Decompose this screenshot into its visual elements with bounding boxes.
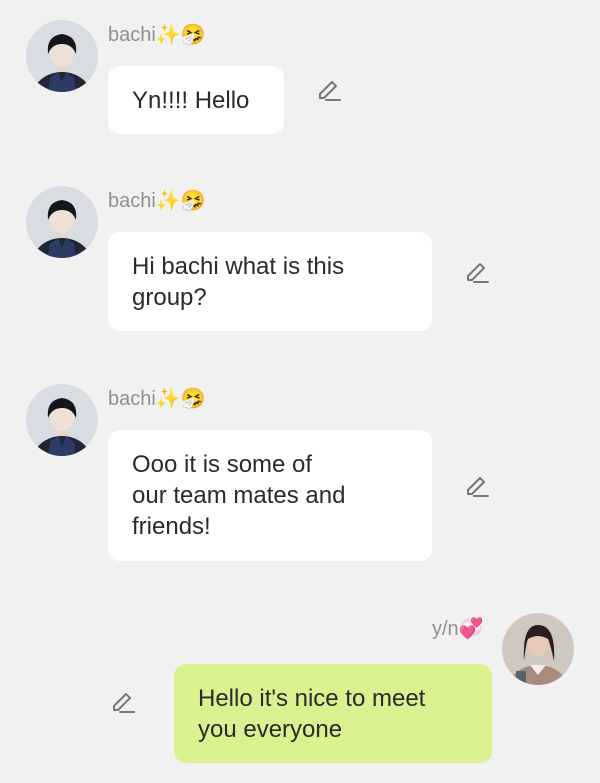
message-bubble[interactable]: Hi bachi what is this group? <box>108 232 432 331</box>
message-bubble-own[interactable]: Hello it's nice to meet you everyone <box>174 664 492 763</box>
sender-name: bachi✨🤧 <box>108 22 206 47</box>
sender-avatar[interactable] <box>26 384 98 456</box>
own-avatar[interactable] <box>502 613 574 685</box>
sender-name: bachi✨🤧 <box>108 386 206 411</box>
sender-emoji: ✨🤧 <box>155 386 206 410</box>
sender-name: bachi✨🤧 <box>108 188 206 213</box>
sender-name-text: bachi <box>108 24 156 46</box>
pencil-icon[interactable] <box>110 690 136 716</box>
sender-name-text: y/n <box>432 618 459 640</box>
sender-emoji: 💞 <box>458 616 484 640</box>
sender-name: y/n💞 <box>432 616 484 641</box>
pencil-icon[interactable] <box>464 474 490 500</box>
sender-name-text: bachi <box>108 190 156 212</box>
sender-avatar[interactable] <box>26 186 98 258</box>
sender-avatar[interactable] <box>26 20 98 92</box>
sender-name-text: bachi <box>108 388 156 410</box>
message-bubble[interactable]: Ooo it is some of our team mates and fri… <box>108 430 432 561</box>
message-bubble[interactable]: Yn!!!! Hello <box>108 66 284 134</box>
sender-emoji: ✨🤧 <box>155 22 206 46</box>
pencil-icon[interactable] <box>316 78 342 104</box>
sender-emoji: ✨🤧 <box>155 188 206 212</box>
pencil-icon[interactable] <box>464 260 490 286</box>
